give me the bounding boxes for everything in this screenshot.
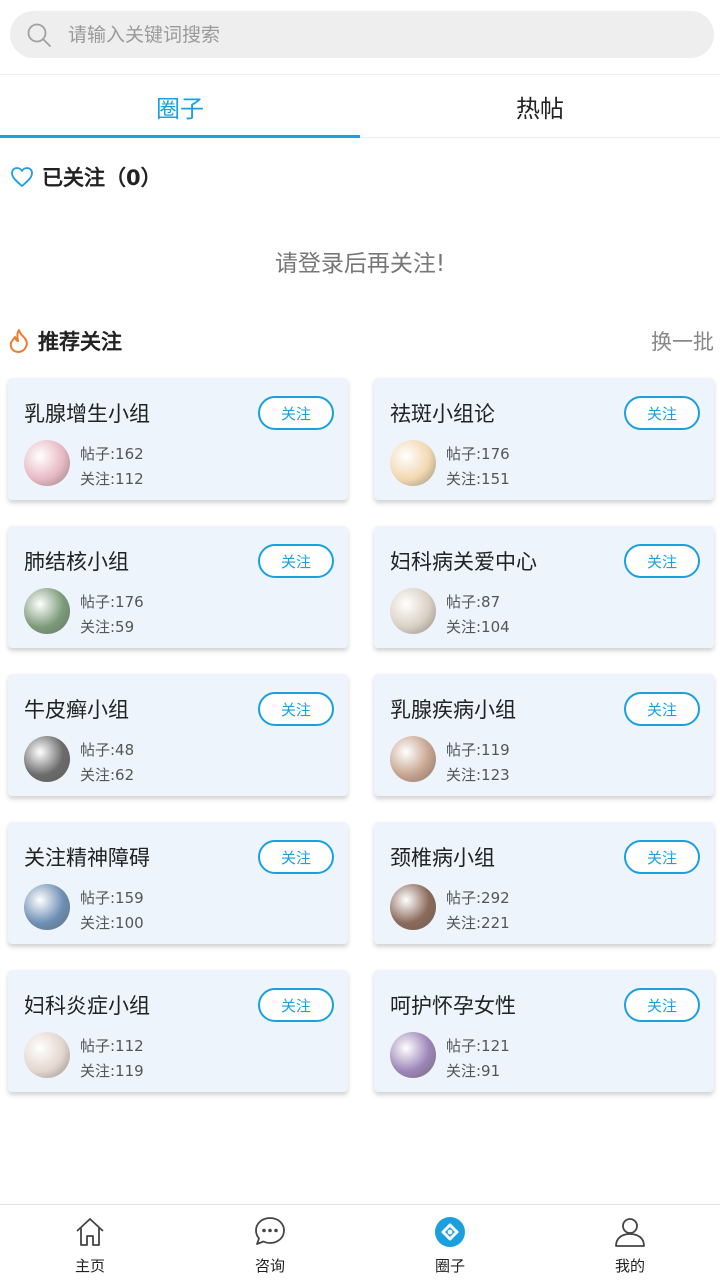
tab-bar: 圈子 热帖 <box>0 74 720 138</box>
circle-card[interactable]: 妇科病关爱中心 关注帖子:87 关注:104 <box>374 526 714 648</box>
circle-name: 乳腺疾病小组 <box>390 698 516 722</box>
circle-name: 妇科炎症小组 <box>24 994 150 1018</box>
circle-card[interactable]: 乳腺增生小组 关注帖子:162 关注:112 <box>8 378 348 500</box>
follow-button[interactable]: 关注 <box>624 544 700 578</box>
avatar <box>390 736 436 782</box>
circle-stats: 帖子:159 关注:100 <box>80 886 144 936</box>
circle-name: 祛斑小组论 <box>390 402 495 426</box>
avatar <box>390 588 436 634</box>
follower-count: 关注:151 <box>446 470 510 488</box>
nav-label: 主页 <box>74 1257 105 1275</box>
followed-title: 已关注（0） <box>42 166 162 190</box>
nav-consult[interactable]: 咨询 <box>180 1205 360 1280</box>
post-count: 帖子:87 <box>446 593 501 611</box>
circle-card[interactable]: 呵护怀孕女性 关注帖子:121 关注:91 <box>374 970 714 1092</box>
follower-count: 关注:62 <box>80 766 135 784</box>
search-input[interactable] <box>68 23 628 46</box>
circle-stats: 帖子:87 关注:104 <box>446 590 510 640</box>
refresh-batch-link[interactable]: 换一批 <box>651 326 714 356</box>
follower-count: 关注:91 <box>446 1062 501 1080</box>
circle-card[interactable]: 肺结核小组 关注帖子:176 关注:59 <box>8 526 348 648</box>
nav-circles[interactable]: 圈子 <box>360 1205 540 1280</box>
circle-name: 牛皮癣小组 <box>24 698 129 722</box>
nav-home[interactable]: 主页 <box>0 1205 180 1280</box>
follower-count: 关注:100 <box>80 914 144 932</box>
post-count: 帖子:292 <box>446 889 510 907</box>
circle-stats: 帖子:176 关注:151 <box>446 442 510 492</box>
avatar <box>390 884 436 930</box>
avatar <box>390 440 436 486</box>
avatar <box>24 884 70 930</box>
follow-button[interactable]: 关注 <box>624 988 700 1022</box>
recommend-header: 推荐关注 换一批 <box>8 326 714 356</box>
post-count: 帖子:159 <box>80 889 144 907</box>
search-bar[interactable] <box>10 11 714 58</box>
avatar <box>390 1032 436 1078</box>
follow-button[interactable]: 关注 <box>624 840 700 874</box>
nav-label: 我的 <box>614 1257 645 1275</box>
nav-label: 圈子 <box>434 1257 465 1275</box>
circle-stats: 帖子:119 关注:123 <box>446 738 510 788</box>
post-count: 帖子:48 <box>80 741 135 759</box>
tab-hot-posts[interactable]: 热帖 <box>360 75 720 137</box>
followed-header: 已关注（0） <box>10 162 162 192</box>
post-count: 帖子:119 <box>446 741 510 759</box>
fire-icon <box>9 329 28 353</box>
nav-mine[interactable]: 我的 <box>540 1205 720 1280</box>
follow-button[interactable]: 关注 <box>258 396 334 430</box>
circle-stats: 帖子:121 关注:91 <box>446 1034 510 1084</box>
circle-name: 妇科病关爱中心 <box>390 550 537 574</box>
circle-stats: 帖子:176 关注:59 <box>80 590 144 640</box>
login-tip: 请登录后再关注! <box>274 251 446 277</box>
user-icon <box>615 1218 645 1247</box>
circle-name: 关注精神障碍 <box>24 846 150 870</box>
bottom-nav: 主页 咨询 圈子 我的 <box>0 1204 720 1280</box>
follow-button[interactable]: 关注 <box>258 988 334 1022</box>
follower-count: 关注:104 <box>446 618 510 636</box>
circle-name: 乳腺增生小组 <box>24 402 150 426</box>
chat-icon <box>255 1217 285 1245</box>
circle-stats: 帖子:48 关注:62 <box>80 738 134 788</box>
follow-button[interactable]: 关注 <box>258 840 334 874</box>
circle-stats: 帖子:162 关注:112 <box>80 442 144 492</box>
circle-name: 呵护怀孕女性 <box>390 994 516 1018</box>
circle-card[interactable]: 祛斑小组论 关注帖子:176 关注:151 <box>374 378 714 500</box>
circle-name: 颈椎病小组 <box>390 846 495 870</box>
avatar <box>24 440 70 486</box>
home-icon <box>76 1218 104 1246</box>
avatar <box>24 1032 70 1078</box>
circle-card[interactable]: 乳腺疾病小组 关注帖子:119 关注:123 <box>374 674 714 796</box>
post-count: 帖子:162 <box>80 445 144 463</box>
post-count: 帖子:176 <box>446 445 510 463</box>
tab-circles[interactable]: 圈子 <box>0 75 360 138</box>
follower-count: 关注:119 <box>80 1062 144 1080</box>
circle-stats: 帖子:292 关注:221 <box>446 886 510 936</box>
search-icon <box>27 23 51 47</box>
avatar <box>24 736 70 782</box>
circle-card[interactable]: 颈椎病小组 关注帖子:292 关注:221 <box>374 822 714 944</box>
circle-card[interactable]: 妇科炎症小组 关注帖子:112 关注:119 <box>8 970 348 1092</box>
nav-label: 咨询 <box>254 1257 285 1275</box>
follow-button[interactable]: 关注 <box>624 396 700 430</box>
heart-icon <box>11 167 33 187</box>
recommend-title: 推荐关注 <box>38 330 122 354</box>
circle-card[interactable]: 牛皮癣小组 关注帖子:48 关注:62 <box>8 674 348 796</box>
follower-count: 关注:59 <box>80 618 135 636</box>
avatar <box>24 588 70 634</box>
post-count: 帖子:112 <box>80 1037 144 1055</box>
follower-count: 关注:112 <box>80 470 144 488</box>
post-count: 帖子:121 <box>446 1037 510 1055</box>
follower-count: 关注:123 <box>446 766 510 784</box>
circle-stats: 帖子:112 关注:119 <box>80 1034 144 1084</box>
follower-count: 关注:221 <box>446 914 510 932</box>
page: 圈子 热帖 已关注（0） 请登录后再关注! 推荐关注 换一批 乳腺增生小组关注帖… <box>0 0 720 1280</box>
circle-icon <box>435 1217 465 1247</box>
circle-name: 肺结核小组 <box>24 550 129 574</box>
circle-card[interactable]: 关注精神障碍 关注帖子:159 关注:100 <box>8 822 348 944</box>
post-count: 帖子:176 <box>80 593 144 611</box>
follow-button[interactable]: 关注 <box>624 692 700 726</box>
follow-button[interactable]: 关注 <box>258 692 334 726</box>
follow-button[interactable]: 关注 <box>258 544 334 578</box>
